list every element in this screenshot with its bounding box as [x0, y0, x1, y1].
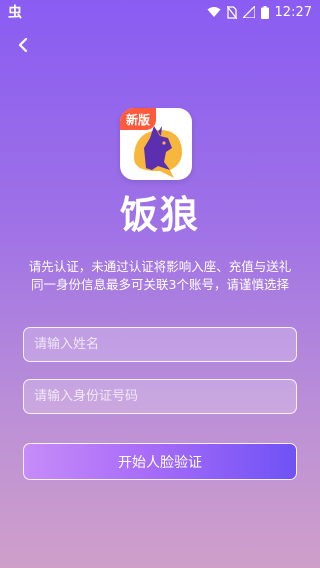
- id-number-input[interactable]: [23, 379, 297, 414]
- notice-line-1: 请先认证，未通过认证将影响入座、充值与送礼: [28, 259, 292, 274]
- sim-off-icon: [226, 5, 237, 19]
- app-icon: 新版: [120, 108, 192, 180]
- battery-icon: [260, 5, 269, 19]
- name-input[interactable]: [23, 327, 297, 362]
- back-button[interactable]: [12, 34, 34, 56]
- carrier-icon: 虫: [8, 5, 22, 21]
- app-badge: 新版: [120, 108, 156, 130]
- signal-icon: [242, 6, 255, 18]
- status-time: 12:27: [274, 4, 312, 20]
- start-face-verification-button[interactable]: 开始人脸验证: [23, 443, 297, 480]
- status-icons: 12:27: [207, 5, 312, 20]
- wifi-icon: [207, 7, 221, 17]
- back-arrow-icon: [18, 37, 28, 53]
- notice-text: 请先认证，未通过认证将影响入座、充值与送礼 同一身份信息最多可关联3个账号，请谨…: [20, 258, 300, 294]
- status-bar: 虫 12:27: [0, 0, 320, 24]
- notice-line-2: 同一身份信息最多可关联3个账号，请谨慎选择: [31, 277, 289, 292]
- app-logo-text: 饭狼: [119, 192, 200, 237]
